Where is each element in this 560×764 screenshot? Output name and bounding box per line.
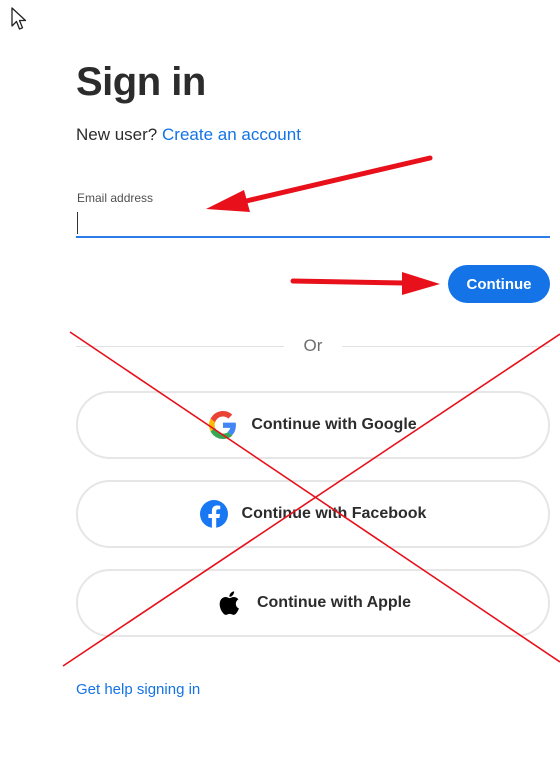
google-icon — [209, 411, 237, 439]
new-user-text: New user? — [76, 125, 158, 144]
facebook-icon — [199, 500, 228, 528]
or-text: Or — [303, 336, 323, 355]
arrow-to-email-field — [206, 155, 433, 212]
or-divider: Or — [76, 335, 550, 357]
facebook-button-label: Continue with Facebook — [241, 505, 427, 522]
arrow-to-continue-button — [290, 272, 440, 295]
new-user-prompt: New user? Create an account — [76, 124, 301, 146]
annotation-overlay — [62, 155, 560, 667]
continue-with-apple-button[interactable]: Continue with Apple — [76, 569, 550, 637]
apple-button-label: Continue with Apple — [256, 594, 412, 611]
create-account-link[interactable]: Create an account — [162, 125, 301, 144]
cursor-icon — [11, 7, 27, 30]
continue-with-google-button[interactable]: Continue with Google — [76, 391, 550, 459]
page-title: Sign in — [76, 60, 206, 104]
continue-button[interactable]: Continue — [448, 265, 550, 303]
text-caret — [77, 212, 78, 234]
continue-with-facebook-button[interactable]: Continue with Facebook — [76, 480, 550, 548]
apple-icon — [219, 591, 239, 615]
get-help-signing-in-link[interactable]: Get help signing in — [76, 680, 200, 700]
divider-line-right — [342, 346, 550, 347]
sign-in-page: Sign in New user? Create an account Emai… — [0, 0, 560, 764]
divider-line-left — [76, 346, 284, 347]
google-button-label: Continue with Google — [251, 416, 417, 433]
email-label: Email address — [77, 191, 154, 205]
email-input[interactable] — [76, 208, 550, 238]
